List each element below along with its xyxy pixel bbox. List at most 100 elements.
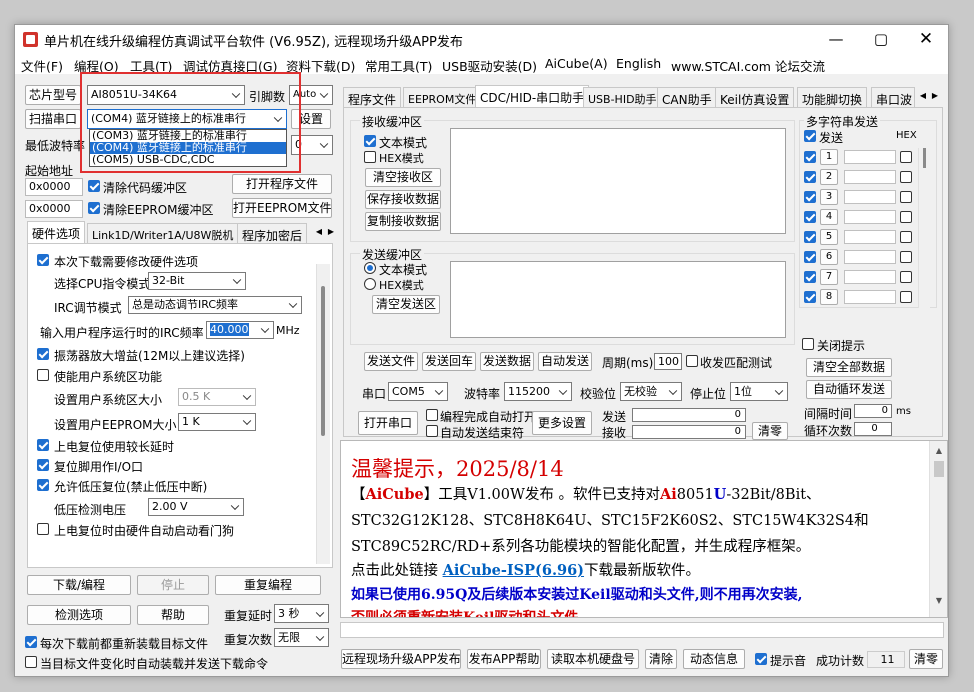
menu-website[interactable]: www.STCAI.com 论坛交流 — [671, 56, 825, 75]
send-data-button[interactable]: 发送数据 — [480, 352, 534, 371]
multi-send-checkbox[interactable] — [804, 251, 816, 263]
multi-send-input[interactable] — [844, 270, 896, 284]
repeat-count-select[interactable]: 无限 — [274, 628, 329, 647]
send-file-button[interactable]: 发送文件 — [364, 352, 418, 371]
reload-checkbox[interactable] — [25, 636, 37, 648]
multi-send-checkbox[interactable] — [804, 171, 816, 183]
tab-pin-switch[interactable]: 功能脚切换 — [797, 87, 868, 107]
period-input[interactable]: 100 — [654, 353, 682, 370]
multi-send-button[interactable]: 8 — [820, 289, 838, 305]
close-icon[interactable]: ✕ — [911, 29, 941, 49]
multi-send-checkbox[interactable] — [804, 151, 816, 163]
tab-serial-wave[interactable]: 串口波 — [871, 87, 915, 107]
help-button[interactable]: 帮助 — [137, 605, 209, 625]
multi-hex-checkbox[interactable] — [900, 171, 912, 183]
menu-usb-driver[interactable]: USB驱动安装(D) — [442, 56, 537, 75]
multi-send-button[interactable]: 6 — [820, 249, 838, 265]
rx-text-mode-checkbox[interactable] — [364, 135, 376, 147]
irc-mode-select[interactable]: 总是动态调节IRC频率 — [128, 296, 302, 314]
multi-send-scroll-thumb[interactable] — [923, 148, 926, 168]
tx-hex-mode-radio[interactable] — [364, 278, 376, 290]
multi-send-input[interactable] — [844, 190, 896, 204]
multi-send-button[interactable]: 7 — [820, 269, 838, 285]
lvd-reset-checkbox[interactable] — [37, 479, 49, 491]
open-port-button[interactable]: 打开串口 — [358, 411, 418, 435]
multi-hex-checkbox[interactable] — [900, 211, 912, 223]
eeprom-size-select[interactable]: 1 K — [178, 413, 256, 431]
multi-hex-checkbox[interactable] — [900, 191, 912, 203]
menu-common-tools[interactable]: 常用工具(T) — [365, 56, 432, 75]
app-help-button[interactable]: 发布APP帮助 — [467, 649, 541, 669]
open-eeprom-button[interactable]: 打开EEPROM文件 — [232, 198, 332, 218]
cpu-mode-select[interactable]: 32-Bit — [148, 272, 246, 290]
multi-send-input[interactable] — [844, 230, 896, 244]
scrollbar-thumb[interactable] — [321, 286, 325, 436]
user-area-checkbox[interactable] — [37, 369, 49, 381]
multi-hex-checkbox[interactable] — [900, 251, 912, 263]
tab-left-arrow-icon[interactable]: ◀ — [313, 225, 325, 239]
beep-checkbox[interactable] — [755, 653, 767, 665]
clear-button[interactable]: 清除 — [645, 649, 677, 669]
multi-send-checkbox[interactable] — [804, 211, 816, 223]
sys-size-select[interactable]: 0.5 K — [178, 388, 256, 406]
tab-eeprom-file[interactable]: EEPROM文件 — [403, 87, 482, 107]
scan-port-button[interactable]: 扫描串口 — [25, 109, 81, 129]
multi-send-button[interactable]: 1 — [820, 149, 838, 165]
rx-hex-mode-checkbox[interactable] — [364, 151, 376, 163]
tab-can[interactable]: CAN助手 — [657, 87, 717, 107]
auto-end-checkbox[interactable] — [426, 425, 438, 437]
read-disk-button[interactable]: 读取本机硬盘号 — [547, 649, 639, 669]
multi-hex-checkbox[interactable] — [900, 271, 912, 283]
multi-send-input[interactable] — [844, 170, 896, 184]
multi-send-input[interactable] — [844, 250, 896, 264]
stop-button[interactable]: 停止 — [137, 575, 209, 595]
right-tab-left-arrow-icon[interactable]: ◀ — [917, 89, 929, 103]
osc-gain-checkbox[interactable] — [37, 348, 49, 360]
long-reset-checkbox[interactable] — [37, 439, 49, 451]
multi-send-input[interactable] — [844, 290, 896, 304]
repeat-delay-select[interactable]: 3 秒 — [274, 604, 329, 623]
tx-text-mode-radio[interactable] — [364, 262, 376, 274]
loop-count-input[interactable]: 0 — [854, 422, 892, 436]
download-button[interactable]: 下载/编程 — [27, 575, 131, 595]
tab-usb-hid[interactable]: USB-HID助手 — [583, 87, 662, 107]
multi-hex-checkbox[interactable] — [900, 291, 912, 303]
auto-load-checkbox[interactable] — [25, 656, 37, 668]
tab-keil[interactable]: Keil仿真设置 — [715, 87, 795, 107]
scroll-down-icon[interactable]: ▼ — [931, 593, 947, 609]
auto-loop-button[interactable]: 自动循环发送 — [806, 380, 892, 399]
more-settings-button[interactable]: 更多设置 — [532, 411, 592, 435]
irc-freq-select[interactable]: 40.000 — [206, 321, 274, 339]
multi-send-checkbox[interactable] — [804, 191, 816, 203]
open-program-button[interactable]: 打开程序文件 — [232, 174, 332, 194]
auto-open-checkbox[interactable] — [426, 409, 438, 421]
multi-send-input[interactable] — [844, 150, 896, 164]
multi-hex-checkbox[interactable] — [900, 151, 912, 163]
stopbit-select[interactable]: 1位 — [730, 382, 788, 401]
rx-textarea[interactable] — [450, 128, 786, 234]
maximize-icon[interactable]: ▢ — [866, 29, 896, 49]
multi-send-checkbox[interactable] — [804, 231, 816, 243]
remote-upgrade-button[interactable]: 远程现场升级APP发布 — [341, 649, 461, 669]
notice-scroll-thumb[interactable] — [934, 461, 944, 477]
multi-hex-checkbox[interactable] — [900, 231, 912, 243]
match-test-checkbox[interactable] — [686, 355, 698, 367]
clear-code-checkbox[interactable] — [88, 180, 100, 192]
close-tip-checkbox[interactable] — [802, 338, 814, 350]
baud-select[interactable]: 115200 — [504, 382, 572, 401]
notice-scrollbar[interactable]: ▲ ▼ — [929, 441, 947, 617]
eeprom-addr-input[interactable]: 0x0000 — [25, 200, 83, 218]
tab-program-file[interactable]: 程序文件 — [343, 87, 402, 107]
multi-send-button[interactable]: 5 — [820, 229, 838, 245]
rx-clear-button[interactable]: 清空接收区 — [365, 168, 441, 187]
tab-right-arrow-icon[interactable]: ▶ — [325, 225, 337, 239]
tab-offline[interactable]: Link1D/Writer1A/U8W脱机 — [87, 223, 239, 243]
tx-clear-button[interactable]: 清空发送区 — [372, 295, 440, 314]
wdt-checkbox[interactable] — [37, 523, 49, 535]
send-enter-button[interactable]: 发送回车 — [422, 352, 476, 371]
menu-file[interactable]: 文件(F) — [21, 56, 63, 75]
menu-english[interactable]: English — [616, 56, 661, 71]
clear-count-button[interactable]: 清零 — [752, 422, 788, 440]
reset-count-button[interactable]: 清零 — [909, 649, 943, 669]
multi-send-all-checkbox[interactable] — [804, 130, 816, 142]
